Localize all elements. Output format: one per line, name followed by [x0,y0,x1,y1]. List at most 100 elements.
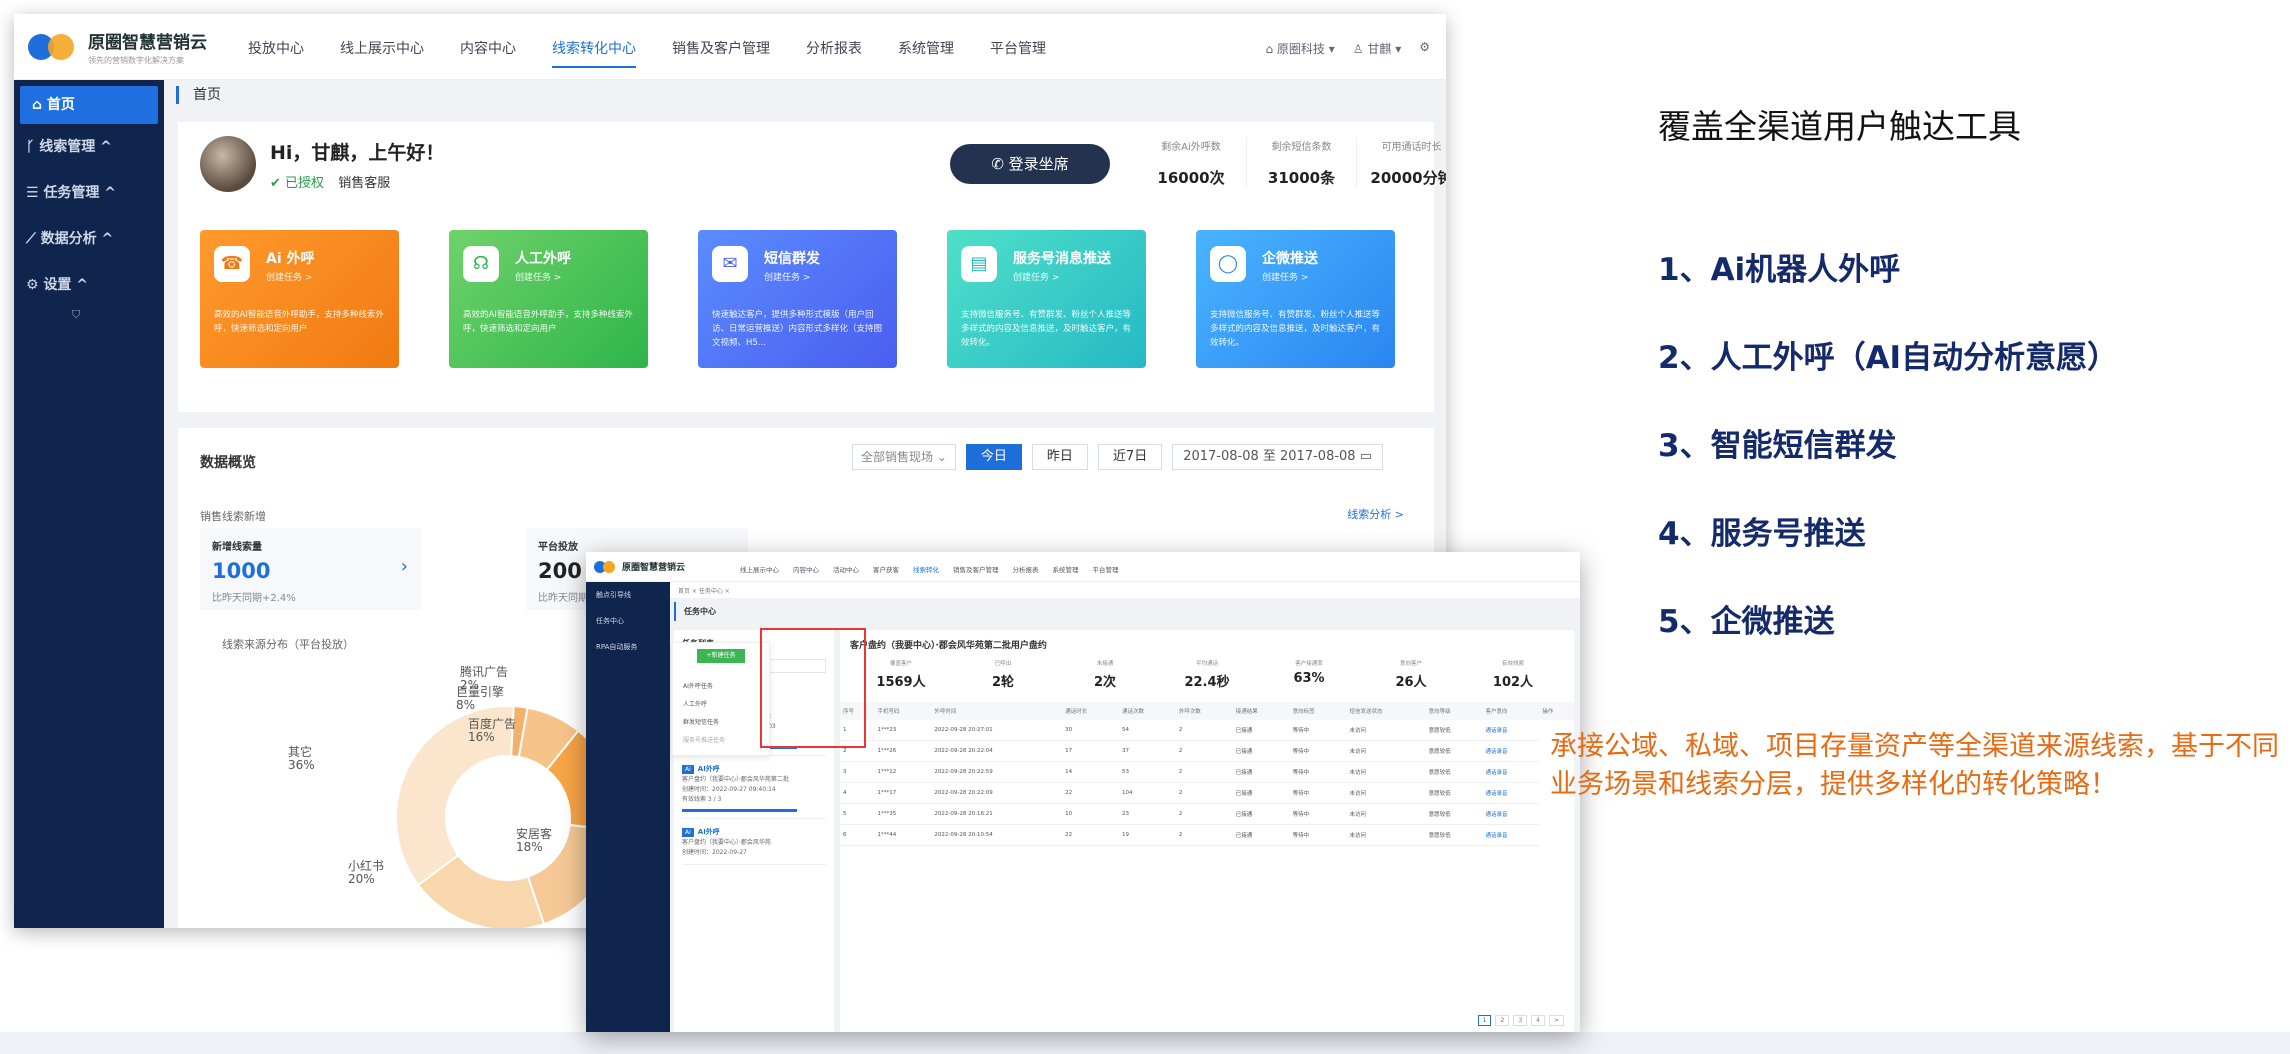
table-cell: 等待中 [1289,824,1347,846]
w2-sidebar-item[interactable]: 触点引导线 [586,582,670,608]
w2-nav-item[interactable]: 线上展示中心 [740,564,779,574]
user-menu[interactable]: ♙ 甘麒 ▾ [1353,40,1401,57]
lead-analysis-link[interactable]: 线索分析 > [1347,506,1404,522]
table-cell: 2022-09-28 20:22:09 [931,782,1063,804]
table-cell: 2022-09-28 20:10:54 [931,824,1063,846]
create-task-link[interactable]: 创建任务 > [515,270,561,283]
call-records-table: 序号 手机号码 外呼时间 通话时长 通话次数 外呼次数 接通结果 意向标签 短信发送状态 意向等级… [840,702,1574,846]
org-switch[interactable]: ⌂ 原圈科技 ▾ [1265,40,1334,57]
login-seat-button[interactable]: ✆ 登录坐席 [950,144,1110,184]
site-select[interactable]: 全部销售现场 ⌄ [852,444,956,470]
create-task-link[interactable]: 创建任务 > [1262,270,1308,283]
w2-nav-item[interactable]: 系统管理 [1053,564,1079,574]
detail-stat-value: 26人 [1395,675,1427,690]
topnav-item[interactable]: 平台管理 [990,38,1046,68]
menu-manual-call[interactable]: 人工外呼 [683,699,707,708]
leads-subtitle: 销售线索新增 [200,510,266,523]
sidebar-item-2[interactable]: ☰ 任务管理 ^ [14,170,164,216]
table-cell: 5 [840,803,875,825]
w2-nav-item[interactable]: 内容中心 [793,564,819,574]
task-item[interactable]: Ai AI外呼 客户盘约（我要中心）·郡会风华苑第二批 创建时间：2022-09-27… [682,764,826,819]
menu-service-push[interactable]: 服务号推送任务 [683,735,725,744]
new-task-button[interactable]: +新建任务 [697,649,745,663]
stat-value: 31000条 [1267,169,1336,187]
table-cell: 等待中 [1289,720,1347,741]
table-row[interactable]: 2 1***26 2022-09-28 20:22:04 17 37 2 已接通 等待中 未访问… [840,740,1574,762]
create-task-link[interactable]: 创建任务 > [1013,270,1059,283]
filter-today[interactable]: 今日 [965,444,1022,470]
page-button[interactable]: 2 [1495,1015,1510,1026]
welcome-panel: Hi，甘麒，上午好！ ✔ 已授权 销售客服 ✆ 登录坐席 剩余Ai外呼数 1600… [178,122,1446,412]
table-row[interactable]: 4 1***17 2022-09-28 20:22:09 22 104 2 已接通 等待中 未访… [840,782,1574,804]
menu-ai-call[interactable]: AI外呼任务 [683,681,713,690]
filter-7days[interactable]: 近7日 [1097,444,1163,470]
progress-bar [682,809,798,812]
w2-nav-item[interactable]: 线索转化 [913,564,939,574]
play-recording-link[interactable]: 通话录音 [1482,761,1540,783]
message-icon: ▤ [961,246,997,282]
task-type: AI外呼 [697,765,720,773]
topnav-item[interactable]: 内容中心 [460,38,516,68]
task-item[interactable]: Ai AI外呼 客户盘约（我要中心）·郡会风华苑 创建时间：2022-09-27 [682,827,826,865]
topnav-item[interactable]: 投放中心 [248,38,304,68]
pagination: 1 2 3 4 > [1477,1015,1564,1026]
table-cell: 14 [1062,761,1120,783]
play-recording-link[interactable]: 通话录音 [1482,782,1540,804]
page-button[interactable]: 4 [1531,1015,1545,1026]
feature-4: 4、服务号推送 [1658,516,1866,552]
table-cell: 1***17 [874,782,932,804]
play-recording-link[interactable]: 通话录音 [1482,803,1540,825]
detail-stat-label: 有效线索 [1501,661,1524,667]
tool-card-2[interactable]: ✉ 短信群发 创建任务 > 快速触达客户，提供多种形式模版（用户回访、日常运营推送）内… [698,230,897,368]
topnav-item[interactable]: 线上展示中心 [340,38,424,68]
column-header: 接通结果 [1232,702,1290,720]
w2-tabs[interactable]: 首页 × 任务中心 × [670,582,1580,598]
topnav-item[interactable]: 线索转化中心 [552,38,636,68]
w2-nav-item[interactable]: 销售及客户管理 [953,564,999,574]
play-recording-link[interactable]: 通话录音 [1482,740,1540,762]
w2-sidebar-item[interactable]: RPA自动服务 [586,634,670,660]
kpi-new-leads[interactable]: 新增线索量 1000 比昨天同期+2.4% › [200,528,422,610]
create-task-link[interactable]: 创建任务 > [266,270,312,283]
tool-card-3[interactable]: ▤ 服务号消息推送 创建任务 > 支持微信服务号、有赞群发、粉丝个人推送等多样式的内容… [947,230,1146,368]
w2-nav-item[interactable]: 活动中心 [833,564,859,574]
table-row[interactable]: 5 1***35 2022-09-28 20:16:21 10 23 2 已接通 等待中 未访问… [840,803,1574,825]
tool-card-1[interactable]: ☊ 人工外呼 创建任务 > 高效的AI智能语音外呼助手，支持多种线索外呼，快速筛选和定… [449,230,648,368]
table-row[interactable]: 1 1***23 2022-09-28 20:27:01 30 54 2 已接通 等待中 未访问… [840,720,1574,741]
feature-1: 1、Ai机器人外呼 [1658,252,1901,288]
tool-card-4[interactable]: ◯ 企微推送 创建任务 > 支持微信服务号、有赞群发、粉丝个人推送等多样式的内容及信息… [1196,230,1395,368]
tool-card-0[interactable]: ☎ Ai 外呼 创建任务 > 高效的AI智能语音外呼助手，支持多种线索外呼，快速筛选和… [200,230,399,368]
page-button[interactable]: 1 [1477,1015,1492,1026]
sidebar-item-3[interactable]: ⟋ 数据分析 ^ [14,216,164,262]
topnav-item[interactable]: 销售及客户管理 [672,38,770,68]
w2-nav-item[interactable]: 平台管理 [1093,564,1119,574]
topnav-item[interactable]: 分析报表 [806,38,862,68]
table-row[interactable]: 6 1***44 2022-09-28 20:10:54 22 19 2 已接通 等待中 未访问… [840,824,1574,846]
column-header: 短信发送状态 [1346,702,1426,720]
play-recording-link[interactable]: 通话录音 [1482,824,1540,846]
filter-yesterday[interactable]: 昨日 [1031,444,1088,470]
column-header: 操作 [1539,702,1574,720]
page-button[interactable]: > [1548,1015,1564,1026]
settings-icon[interactable]: ⚙ [1419,40,1430,57]
w2-nav-item[interactable]: 分析报表 [1013,564,1039,574]
topnav-item[interactable]: 系统管理 [898,38,954,68]
w2-sidebar-item[interactable]: 任务中心 [586,608,670,634]
task-detail-panel: 客户盘约（我要中心）·郡会风华苑第二批用户盘约 覆盖客户 1569人 已呼出 2轮 未接… [840,630,1574,1032]
sidebar-item-4[interactable]: ⚙ 设置 ^ [14,262,164,308]
sidebar-item-1[interactable]: ᚴ 线索管理 ^ [14,124,164,170]
date-range-picker[interactable]: 2017-08-08 至 2017-08-08 ▭ [1172,444,1384,470]
table-row[interactable]: 3 1***12 2022-09-28 20:22:59 14 53 2 已接通 等待中 未访问… [840,761,1574,783]
play-recording-link[interactable]: 通话录音 [1482,720,1540,741]
detail-stat-label: 客户接通率 [1295,661,1323,667]
sidebar-item-0[interactable]: ⌂ 首页 [20,86,158,124]
create-task-link[interactable]: 创建任务 > [764,270,810,283]
detail-stat-value: 102人 [1492,675,1534,690]
menu-sms[interactable]: 群发短信任务 [683,717,719,726]
user-icon: ♙ [1352,42,1364,56]
table-cell: 已接通 [1232,824,1290,846]
w2-nav-item[interactable]: 客户获客 [873,564,899,574]
table-cell: 2022-09-28 20:22:04 [931,740,1063,762]
sidebar-item-label: 数据分析 ^ [40,231,114,247]
page-button[interactable]: 3 [1513,1015,1528,1026]
